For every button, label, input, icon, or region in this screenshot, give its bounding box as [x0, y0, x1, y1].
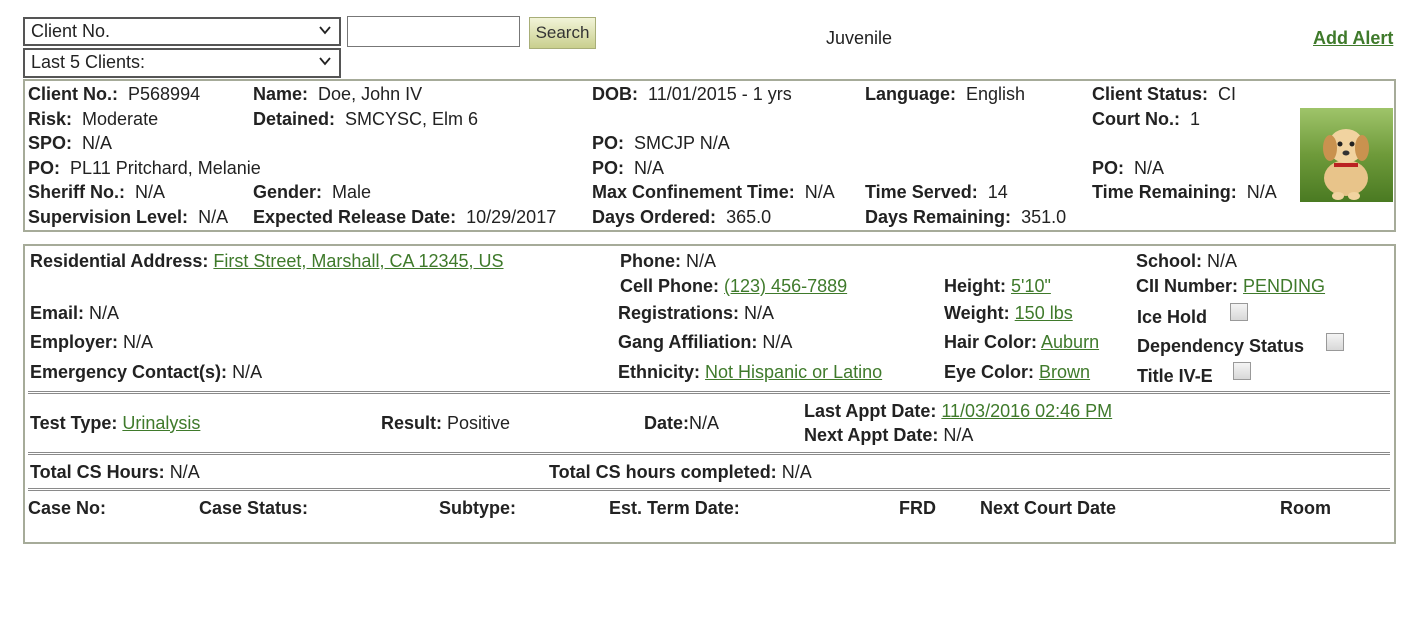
height-field: Height: 5'10"	[944, 276, 1051, 296]
last-appt-date-field: Last Appt Date: 11/03/2016 02:46 PM	[804, 401, 1113, 421]
emergency-contacts-field: Emergency Contact(s): N/A	[30, 362, 263, 382]
employer-field: Employer: N/A	[30, 332, 154, 352]
language-field: Language: English	[865, 84, 1026, 104]
days-remaining-field: Days Remaining: 351.0	[865, 207, 1067, 227]
room-header: Room	[1280, 498, 1331, 518]
ethnicity-field: Ethnicity: Not Hispanic or Latino	[618, 362, 883, 382]
total-cs-hours-field: Total CS Hours: N/A	[30, 462, 200, 482]
po-field-1: PO: SMCJP N/A	[592, 133, 730, 153]
eye-color-field: Eye Color: Brown	[944, 362, 1091, 382]
detained-field: Detained: SMCYSC, Elm 6	[253, 109, 479, 129]
case-status-header: Case Status:	[199, 498, 309, 518]
weight-link[interactable]: 150 lbs	[1015, 303, 1073, 323]
test-date-field: Date:N/A	[644, 413, 720, 433]
chevron-down-icon	[319, 26, 331, 35]
next-court-date-header: Next Court Date	[980, 498, 1117, 518]
email-field: Email: N/A	[30, 303, 120, 323]
phone-field: Phone: N/A	[620, 251, 717, 271]
test-type-field: Test Type: Urinalysis	[30, 413, 201, 433]
dob-field: DOB: 11/01/2015 - 1 yrs	[592, 84, 792, 104]
add-alert-link[interactable]: Add Alert	[1313, 28, 1393, 49]
dependency-status-checkbox[interactable]	[1326, 333, 1344, 351]
hair-color-link[interactable]: Auburn	[1041, 332, 1099, 352]
ice-hold-label: Ice Hold	[1137, 307, 1208, 327]
frd-header: FRD	[899, 498, 936, 518]
weight-field: Weight: 150 lbs	[944, 303, 1073, 323]
section-divider	[28, 488, 1390, 491]
ethnicity-link[interactable]: Not Hispanic or Latino	[705, 362, 882, 382]
cii-number-link[interactable]: PENDING	[1243, 276, 1325, 296]
cii-number-field: CII Number: PENDING	[1136, 276, 1326, 296]
test-type-link[interactable]: Urinalysis	[122, 413, 200, 433]
chevron-down-icon	[319, 57, 331, 66]
client-status-field: Client Status: CI	[1092, 84, 1237, 104]
cs-hours-completed-field: Total CS hours completed: N/A	[549, 462, 812, 482]
section-divider	[28, 452, 1390, 455]
section-divider	[28, 391, 1390, 394]
gang-affiliation-field: Gang Affiliation: N/A	[618, 332, 793, 352]
subtype-header: Subtype:	[439, 498, 517, 518]
search-button[interactable]: Search	[529, 17, 596, 49]
search-input[interactable]	[347, 16, 520, 47]
registrations-field: Registrations: N/A	[618, 303, 775, 323]
title-iv-e-label: Title IV-E	[1137, 366, 1213, 386]
gender-field: Gender: Male	[253, 182, 372, 202]
cell-phone-field: Cell Phone: (123) 456-7889	[620, 276, 848, 296]
po-field-3: PO: N/A	[592, 158, 665, 178]
last-clients-value: Last 5 Clients:	[31, 52, 146, 72]
last-clients-select[interactable]: Last 5 Clients:	[23, 48, 341, 78]
court-no-field: Court No.: 1	[1092, 109, 1201, 129]
next-appt-date-field: Next Appt Date: N/A	[804, 425, 974, 445]
sheriff-no-field: Sheriff No.: N/A	[28, 182, 166, 202]
po-field-4: PO: N/A	[1092, 158, 1165, 178]
risk-field: Risk: Moderate	[28, 109, 159, 129]
name-field: Name: Doe, John IV	[253, 84, 423, 104]
dependency-status-label: Dependency Status	[1137, 336, 1305, 356]
height-link[interactable]: 5'10"	[1011, 276, 1051, 296]
ice-hold-checkbox[interactable]	[1230, 303, 1248, 321]
time-served-field: Time Served: 14	[865, 182, 1008, 202]
client-no-field: Client No.: P568994	[28, 84, 201, 104]
result-field: Result: Positive	[381, 413, 511, 433]
days-ordered-field: Days Ordered: 365.0	[592, 207, 772, 227]
spo-field: SPO: N/A	[28, 133, 113, 153]
client-search-type-select[interactable]: Client No.	[23, 17, 341, 46]
last-appt-date-link[interactable]: 11/03/2016 02:46 PM	[941, 401, 1112, 421]
cell-phone-link[interactable]: (123) 456-7889	[724, 276, 847, 296]
est-term-date-header: Est. Term Date:	[609, 498, 740, 518]
eye-color-link[interactable]: Brown	[1039, 362, 1090, 382]
residential-address-link[interactable]: First Street, Marshall, CA 12345, US	[213, 251, 503, 271]
time-remaining-field: Time Remaining: N/A	[1092, 182, 1277, 202]
client-select-value: Client No.	[31, 21, 111, 41]
case-no-header: Case No:	[28, 498, 107, 518]
client-category: Juvenile	[826, 28, 893, 48]
expected-release-field: Expected Release Date: 10/29/2017	[253, 207, 557, 227]
residential-address-field: Residential Address: First Street, Marsh…	[30, 251, 504, 271]
client-photo	[1300, 108, 1393, 202]
po-field-2: PO: PL11 Pritchard, Melanie	[28, 158, 261, 178]
supervision-level-field: Supervision Level: N/A	[28, 207, 229, 227]
hair-color-field: Hair Color: Auburn	[944, 332, 1100, 352]
school-field: School: N/A	[1136, 251, 1238, 271]
title-iv-e-checkbox[interactable]	[1233, 362, 1251, 380]
max-confinement-field: Max Confinement Time: N/A	[592, 182, 835, 202]
